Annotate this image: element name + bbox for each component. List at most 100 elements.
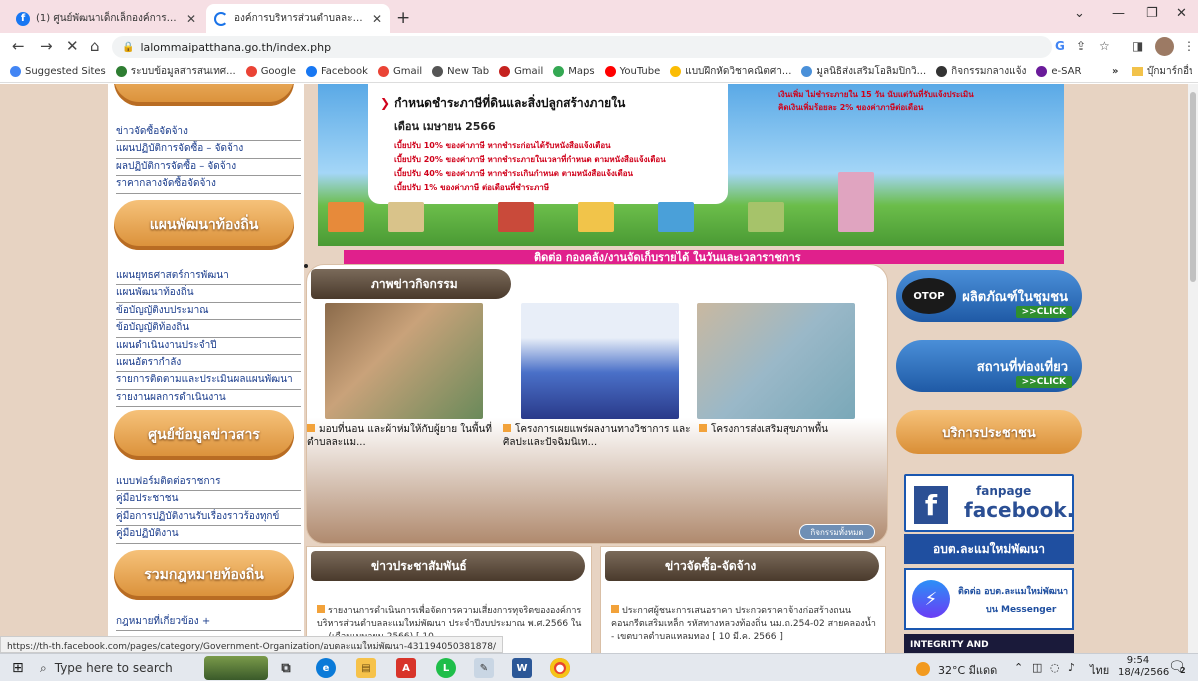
- tab-inactive[interactable]: f (1) ศูนย์พัฒนาเด็กเล็กองค์การบริหาร ✕: [8, 4, 204, 33]
- bookmark-item[interactable]: Maps: [553, 66, 595, 77]
- ticker-bar: ติดต่อ กองคลัง/งานจัดเก็บรายได้ ในวันและ…: [344, 250, 1064, 264]
- menu-item[interactable]: แผนปฏิบัติการจัดซื้อ – จัดจ้าง: [116, 141, 301, 159]
- news-item[interactable]: ประกาศผู้ชนะการเสนอราคา ประกวดราคาจ้างก่…: [611, 605, 879, 644]
- clock[interactable]: 9:54 18/4/2566: [1118, 655, 1169, 679]
- procurement-header: [114, 84, 294, 106]
- side-panel-icon[interactable]: ◨: [1132, 39, 1143, 53]
- right-column: OTOP ผลิตภัณฑ์ในชุมชน >>CLICK สถานที่ท่อ…: [896, 264, 1086, 653]
- bookmark-item[interactable]: Suggested Sites: [10, 66, 106, 77]
- tab-search-icon[interactable]: ⌄: [1074, 6, 1085, 21]
- taskbar-search[interactable]: ⌕ Type here to search: [40, 654, 200, 681]
- menu-item[interactable]: แผนอัตรากำลัง: [116, 355, 301, 373]
- facebook-fanpage-link[interactable]: f fanpage facebook.: [904, 474, 1074, 532]
- bookmark-favicon: [377, 66, 389, 77]
- language-indicator[interactable]: ไทย: [1090, 661, 1109, 679]
- integrity-banner[interactable]: INTEGRITY AND: [904, 634, 1074, 653]
- weather-text[interactable]: 32°C มีแดด: [938, 661, 997, 679]
- bookmark-item[interactable]: Gmail: [499, 66, 543, 77]
- task-view-icon[interactable]: ⧉: [276, 658, 296, 678]
- share-icon[interactable]: ⇪: [1076, 39, 1086, 53]
- activity-photo[interactable]: [325, 303, 483, 419]
- public-service-header: บริการประชาชน: [896, 410, 1082, 454]
- home-icon[interactable]: ⌂: [90, 37, 100, 55]
- bookmark-star-icon[interactable]: ☆: [1099, 39, 1110, 53]
- bookmark-item[interactable]: กิจกรรมกลางแจ้ง: [936, 64, 1026, 79]
- bookmark-item[interactable]: Google: [245, 66, 296, 77]
- menu-item[interactable]: คู่มือการปฏิบัติงานรับเรื่องราวร้องทุกข์: [116, 509, 301, 527]
- menu-item[interactable]: ราคากลางจัดซื้อจัดจ้าง: [116, 176, 301, 194]
- back-icon[interactable]: ←: [12, 37, 25, 55]
- bookmark-item[interactable]: YouTube: [604, 66, 660, 77]
- paint-icon[interactable]: ✎: [474, 658, 494, 678]
- activity-photo[interactable]: [697, 303, 855, 419]
- menu-item[interactable]: ข้อบัญญัติท้องถิ่น: [116, 320, 301, 338]
- bookmark-item[interactable]: แบบฝึกหัดวิชาคณิตศา...: [670, 64, 791, 79]
- menu-item[interactable]: กฎหมายที่เกี่ยวข้อง +: [116, 614, 301, 632]
- menu-item[interactable]: ข่าวจัดซื้อจัดจ้าง: [116, 124, 301, 142]
- bookmark-item[interactable]: มูลนิธิส่งเสริมโอลิมปิกวิ...: [801, 64, 926, 79]
- pr-news-title: ข่าวประชาสัมพันธ์: [311, 551, 585, 581]
- menu-item[interactable]: ข้อบัญญัติงบประมาณ: [116, 303, 301, 321]
- messenger-link[interactable]: ⚡ ติดต่อ อบต.ละแมใหม่พัฒนา บน Messenger: [904, 568, 1074, 630]
- bookmark-item[interactable]: Gmail: [377, 66, 422, 77]
- close-tab-icon[interactable]: ✕: [372, 12, 382, 26]
- menu-item[interactable]: แผนพัฒนาท้องถิ่น: [116, 285, 301, 303]
- activity-caption[interactable]: โครงการส่งเสริมสุขภาพพื้น: [699, 423, 879, 436]
- profile-avatar[interactable]: [1155, 37, 1174, 56]
- menu-item[interactable]: คู่มือปฏิบัติงาน: [116, 526, 301, 544]
- bookmark-item[interactable]: New Tab: [432, 66, 489, 77]
- acrobat-icon[interactable]: A: [396, 658, 416, 678]
- tray-wifi-icon[interactable]: ◌: [1050, 661, 1060, 674]
- bookmark-item[interactable]: e-SAR: [1036, 66, 1081, 77]
- menu-item[interactable]: แผนยุทธศาสตร์การพัฒนา: [116, 268, 301, 286]
- menu-icon[interactable]: ⋮: [1183, 39, 1195, 53]
- tray-network-icon[interactable]: ◫: [1032, 661, 1042, 674]
- line-icon[interactable]: L: [436, 658, 456, 678]
- menu-item[interactable]: ผลปฏิบัติการจัดซื้อ – จัดจ้าง: [116, 159, 301, 177]
- close-tab-icon[interactable]: ✕: [186, 12, 196, 26]
- menu-item[interactable]: รายการติดตามและประเมินผลแผนพัฒนา: [116, 372, 301, 390]
- new-tab-button[interactable]: +: [396, 8, 410, 28]
- activity-title: ภาพข่าวกิจกรรม: [311, 269, 511, 299]
- close-window-icon[interactable]: ✕: [1176, 6, 1187, 21]
- google-translate-icon[interactable]: G: [1055, 39, 1065, 53]
- edge-icon[interactable]: e: [316, 658, 336, 678]
- facebook-text: facebook.: [964, 498, 1075, 522]
- tab-active[interactable]: องค์การบริหารส่วนตำบลละแมใหม่พัฒนา ✕: [206, 4, 390, 33]
- click-label: >>CLICK: [1015, 306, 1072, 318]
- minimize-icon[interactable]: —: [1112, 6, 1125, 21]
- menu-item[interactable]: แบบฟอร์มติดต่อราชการ: [116, 474, 301, 492]
- messenger-icon: ⚡: [912, 580, 950, 618]
- chrome-icon[interactable]: ●: [550, 658, 570, 678]
- stop-icon[interactable]: ✕: [66, 37, 79, 55]
- volume-icon[interactable]: ♪: [1068, 661, 1075, 674]
- tourism-button[interactable]: สถานที่ท่องเที่ยว >>CLICK: [896, 340, 1082, 392]
- org-name-bar: อบต.ละแมใหม่พัฒนา: [904, 534, 1074, 564]
- bookmarks-overflow-icon[interactable]: »: [1112, 66, 1118, 77]
- windows-start-icon[interactable]: ⊞: [12, 660, 24, 676]
- messenger-line: บน Messenger: [986, 605, 1057, 615]
- info-center-header: ศูนย์ข้อมูลข่าวสาร: [114, 410, 294, 460]
- scrollbar-thumb[interactable]: [1190, 92, 1196, 282]
- address-bar[interactable]: 🔒 lalommaipatthana.go.th/index.php: [112, 36, 1052, 58]
- menu-item[interactable]: รายงานผลการดำเนินงาน: [116, 390, 301, 408]
- url-text: lalommaipatthana.go.th/index.php: [140, 40, 332, 54]
- bookmark-item[interactable]: ระบบข้อมูลสารสนเทศ...: [115, 64, 236, 79]
- menu-item[interactable]: แผนดำเนินงานประจำปี: [116, 338, 301, 356]
- menu-item[interactable]: คู่มือประชาชน: [116, 491, 301, 509]
- activity-caption[interactable]: โครงการเผยแพร่ผลงานทางวิชาการ และศิลปะแล…: [503, 423, 699, 449]
- other-bookmarks-folder[interactable]: บุ๊กมาร์กอื่นๆ: [1132, 64, 1192, 79]
- tray-chevron-icon[interactable]: ⌃: [1014, 661, 1023, 674]
- all-activities-button[interactable]: กิจกรรมทั้งหมด: [799, 524, 875, 540]
- maximize-icon[interactable]: ❐: [1146, 6, 1158, 21]
- tax-banner[interactable]: ❯ กำหนดชำระภาษีที่ดินและสิ่งปลูกสร้างภายใ…: [318, 84, 1064, 246]
- activity-photo[interactable]: [521, 303, 679, 419]
- activity-caption[interactable]: มอบที่นอน และผ้าห่มให้กับผู้ยาย ในพื้นที…: [307, 423, 503, 449]
- vertical-scrollbar[interactable]: [1188, 84, 1198, 653]
- file-explorer-icon[interactable]: ▤: [356, 658, 376, 678]
- forward-icon[interactable]: →: [40, 37, 53, 55]
- word-icon[interactable]: W: [512, 658, 532, 678]
- bookmark-item[interactable]: Facebook: [305, 66, 368, 77]
- search-placeholder: Type here to search: [54, 661, 173, 675]
- otop-button[interactable]: OTOP ผลิตภัณฑ์ในชุมชน >>CLICK: [896, 270, 1082, 322]
